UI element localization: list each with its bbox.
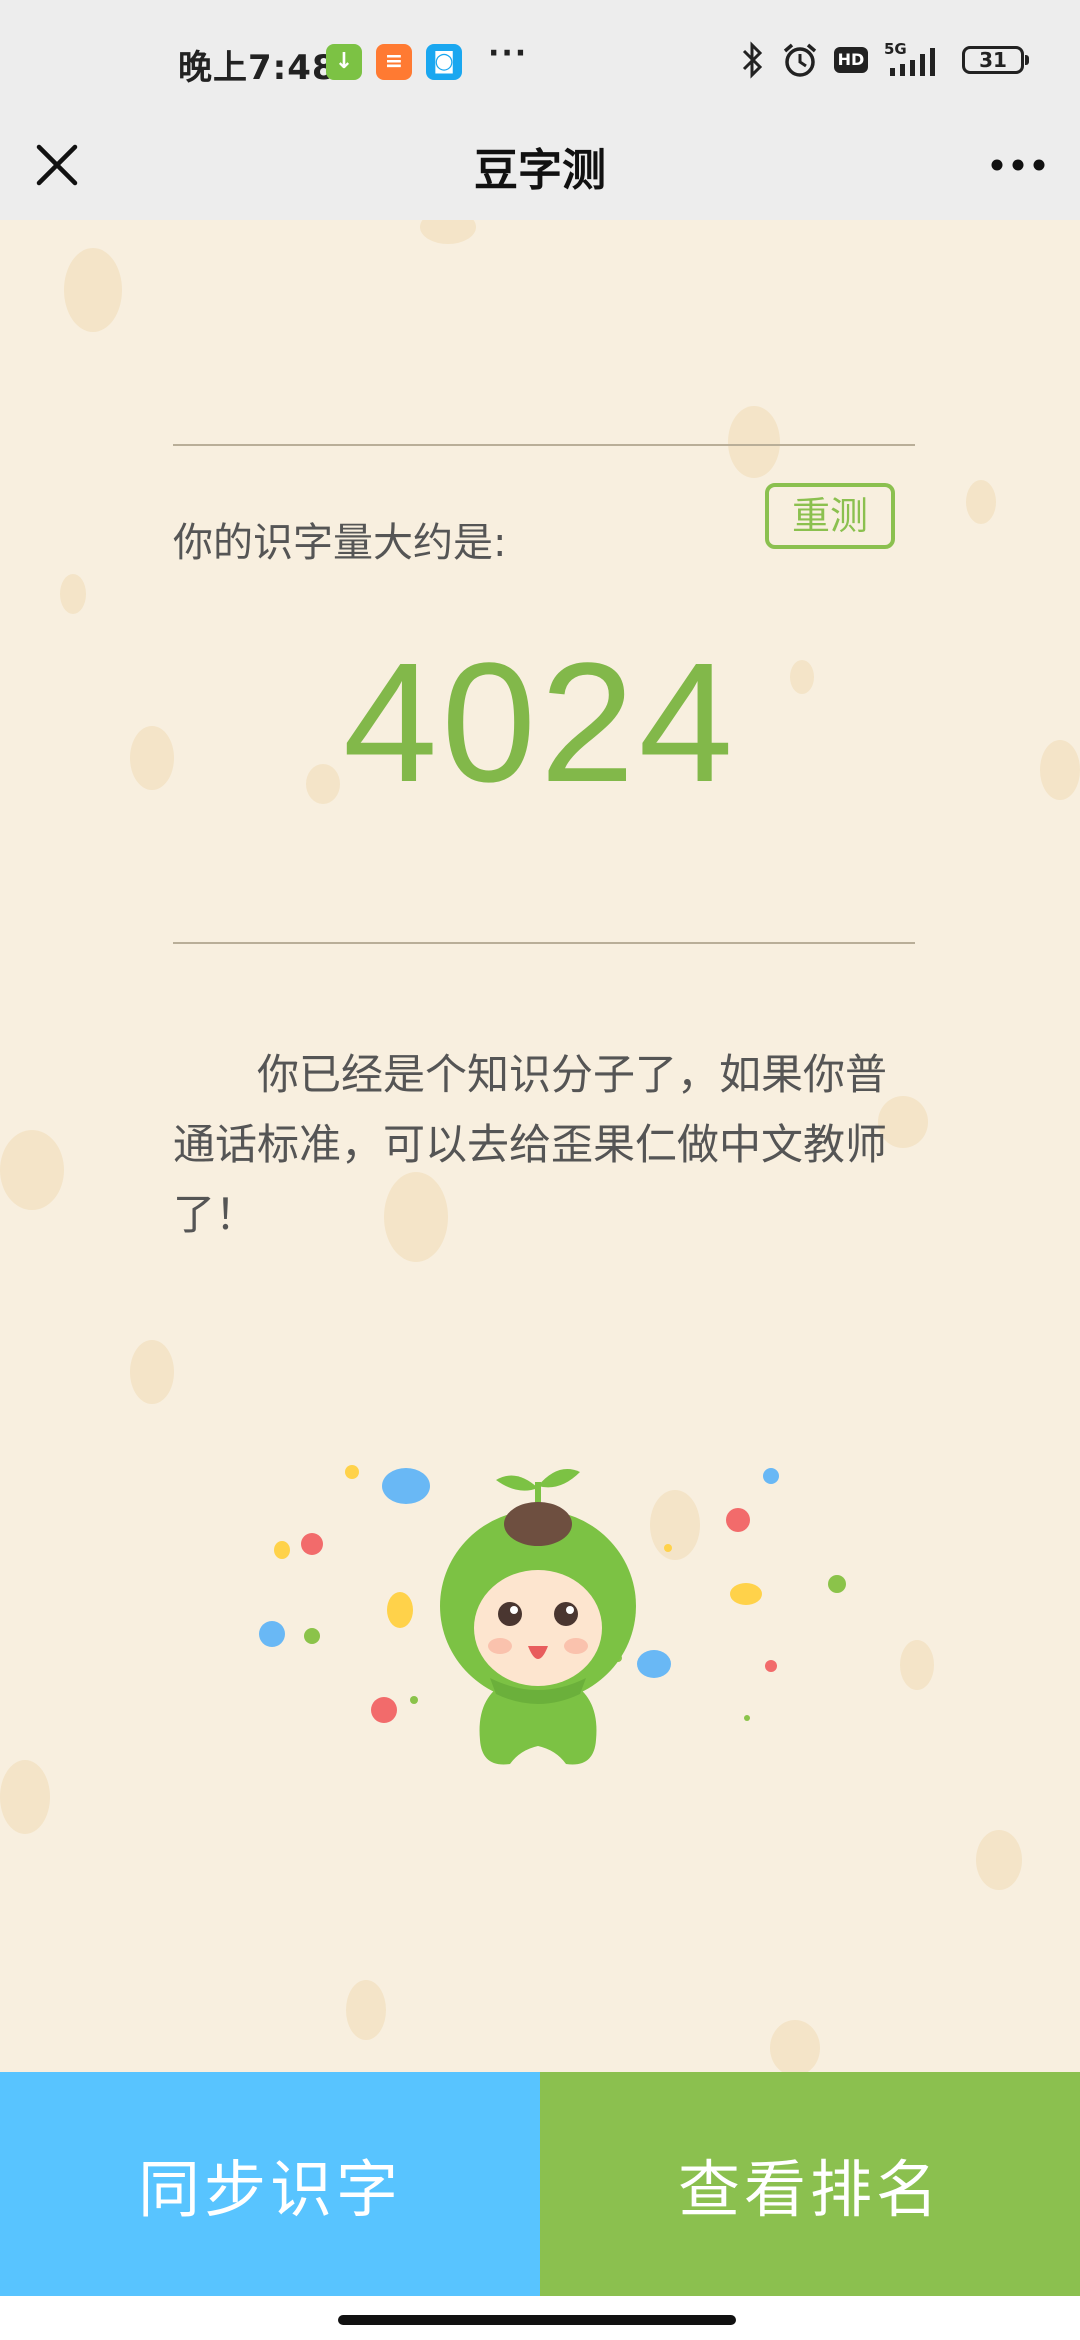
background-blob xyxy=(976,1830,1022,1890)
vocabulary-score: 4024 xyxy=(342,628,738,818)
background-blob xyxy=(900,1640,934,1690)
status-time: 晚上7:48 xyxy=(178,48,337,88)
page-title: 豆字测 xyxy=(474,145,606,196)
background-blob xyxy=(728,406,780,478)
background-blob xyxy=(0,1760,50,1834)
background-blob xyxy=(770,2020,820,2072)
background-blob xyxy=(130,1340,174,1404)
background-blob xyxy=(966,480,996,524)
background-blob xyxy=(420,220,476,244)
title-bar: 豆字测 xyxy=(0,110,1080,220)
bottom-action-bar: 同步识字 查看排名 xyxy=(0,2072,1080,2296)
background-blob xyxy=(60,574,86,614)
gesture-bar-area xyxy=(0,2296,1080,2340)
retest-button[interactable]: 重测 xyxy=(765,483,895,549)
top-divider xyxy=(173,444,915,446)
hd-icon: HD xyxy=(834,47,868,73)
network-label: 5G xyxy=(884,40,907,58)
more-icon xyxy=(991,159,1045,171)
alarm-icon xyxy=(783,43,817,77)
system-icons: HD 5G 31 xyxy=(740,40,1029,80)
background-blob xyxy=(346,1980,386,2040)
background-blob xyxy=(0,1130,64,1210)
bottom-divider xyxy=(173,942,915,944)
result-label: 你的识字量大约是: xyxy=(173,520,507,566)
signal-icon: 5G xyxy=(884,40,935,76)
home-indicator[interactable] xyxy=(338,2315,736,2325)
more-notifications-icon: ··· xyxy=(488,36,529,71)
bean-mascot-illustration xyxy=(259,1465,846,1765)
download-app-icon: ↓ xyxy=(326,44,362,80)
bluetooth-icon xyxy=(742,41,763,79)
shopping-app-icon: ≡ xyxy=(376,44,412,80)
status-bar: 晚上7:48 ↓ ≡ ◙ ··· HD 5G 31 xyxy=(0,0,1080,110)
sync-characters-button[interactable]: 同步识字 xyxy=(0,2072,540,2296)
result-content: 你的识字量大约是: 重测 4024 你已经是个知识分子了，如果你普通话标准，可以… xyxy=(0,220,1080,2072)
more-options-button[interactable] xyxy=(978,130,1058,200)
background-blob xyxy=(64,248,122,332)
browser-app-icon: ◙ xyxy=(426,44,462,80)
view-ranking-button[interactable]: 查看排名 xyxy=(540,2072,1080,2296)
battery-icon: 31 xyxy=(962,46,1029,74)
result-comment: 你已经是个知识分子了，如果你普通话标准，可以去给歪果仁做中文教师了！ xyxy=(173,1050,888,1239)
